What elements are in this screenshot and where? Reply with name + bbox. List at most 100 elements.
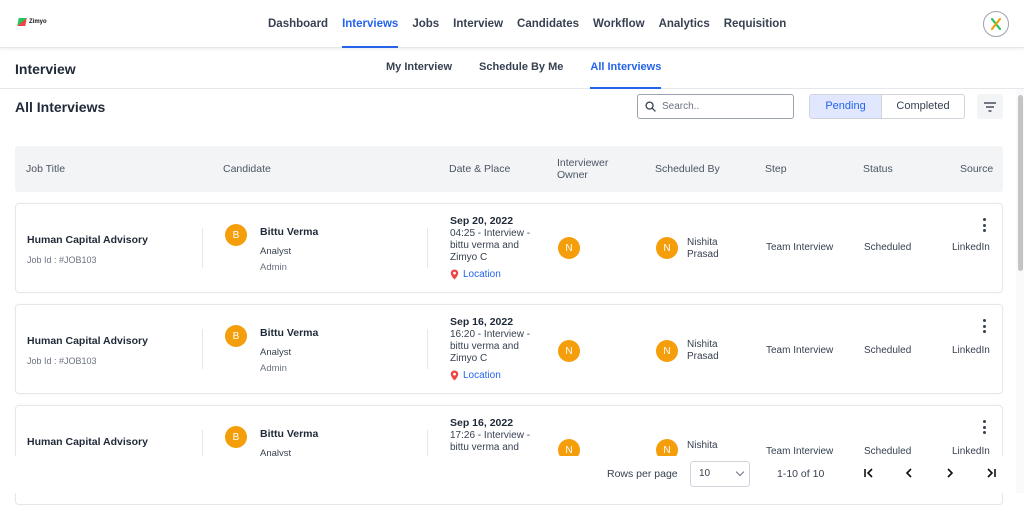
interview-detail: 04:25 - Interview - bittu verma and Zimy… (450, 228, 531, 263)
chevron-right-icon (947, 468, 954, 478)
last-page-icon (987, 468, 996, 478)
last-page-button[interactable] (984, 465, 998, 481)
nav-jobs[interactable]: Jobs (405, 0, 446, 48)
candidate-name[interactable]: Bittu Verma (260, 226, 318, 238)
page-title: Interview (15, 61, 76, 77)
next-page-button[interactable] (943, 465, 957, 481)
candidate-avatar: B (225, 426, 247, 448)
row-menu-icon[interactable] (982, 420, 986, 434)
interviewer-avatar: N (558, 340, 580, 362)
interview-detail: 16:20 - Interview - bittu verma and Zimy… (450, 329, 531, 364)
chevron-down-icon (735, 467, 745, 477)
main-nav: Dashboard Interviews Jobs Interview Cand… (268, 0, 793, 48)
brand-logo[interactable]: Zimyo (17, 18, 47, 26)
search-box (637, 94, 794, 119)
user-avatar[interactable] (983, 11, 1009, 37)
pending-button[interactable]: Pending (810, 95, 882, 118)
candidate-name[interactable]: Bittu Verma (260, 428, 318, 440)
user-avatar-icon (990, 17, 1002, 31)
header-date-place: Date & Place (449, 163, 511, 175)
vertical-scrollbar[interactable] (1016, 89, 1024, 493)
nav-candidates[interactable]: Candidates (510, 0, 586, 48)
interviewer-avatar: N (558, 237, 580, 259)
scrollbar-thumb[interactable] (1018, 95, 1023, 271)
step-value: Team Interview (766, 242, 834, 253)
filter-icon (984, 101, 996, 112)
tab-schedule-by-me[interactable]: Schedule By Me (479, 48, 563, 88)
location-pin-icon (450, 370, 459, 381)
first-page-button[interactable] (862, 465, 876, 481)
location-link[interactable]: Location (450, 269, 501, 280)
candidate-role: Analyst (260, 347, 292, 358)
rows-per-page-select[interactable]: 10 (690, 461, 750, 487)
filter-button[interactable] (977, 94, 1003, 119)
search-input[interactable] (662, 101, 782, 112)
nav-analytics[interactable]: Analytics (652, 0, 717, 48)
scheduler-avatar: N (656, 237, 678, 259)
header-job-title: Job Title (26, 163, 66, 175)
candidate-department: Admin (260, 363, 287, 374)
candidate-avatar: B (225, 325, 247, 347)
first-page-icon (864, 468, 873, 478)
section-title: All Interviews (15, 99, 106, 115)
row-menu-icon[interactable] (982, 319, 986, 333)
candidate-role: Analyst (260, 246, 292, 257)
source-value: LinkedIn (952, 242, 990, 253)
status-value: Scheduled (864, 242, 912, 253)
scheduler-name: Nishita Prasad (687, 237, 719, 260)
candidate-avatar: B (225, 224, 247, 246)
status-toggle: Pending Completed (809, 94, 965, 119)
location-pin-icon (450, 269, 459, 280)
sub-header: Interview My Interview Schedule By Me Al… (0, 48, 1024, 89)
interview-tabs: My Interview Schedule By Me All Intervie… (386, 48, 688, 89)
candidate-department: Admin (260, 262, 287, 273)
nav-interviews[interactable]: Interviews (335, 0, 405, 48)
header-status: Status (863, 163, 893, 175)
header-candidate: Candidate (223, 163, 271, 175)
pagination-bar: Rows per page 10 1-10 of 10 (0, 456, 1016, 493)
logo-mark-icon (17, 18, 27, 26)
nav-interview[interactable]: Interview (446, 0, 510, 48)
interview-detail: 17:26 - Interview - bittu verma and (450, 430, 531, 453)
tab-my-interview[interactable]: My Interview (386, 48, 452, 88)
scheduler-avatar: N (656, 340, 678, 362)
status-value: Scheduled (864, 345, 912, 356)
top-navbar: Zimyo Dashboard Interviews Jobs Intervie… (0, 0, 1024, 48)
nav-workflow[interactable]: Workflow (586, 0, 652, 48)
scheduler-name: Nishita (687, 440, 718, 451)
column-divider (427, 228, 428, 268)
step-value: Team Interview (766, 345, 834, 356)
nav-dashboard[interactable]: Dashboard (268, 0, 335, 48)
completed-button[interactable]: Completed (882, 95, 964, 118)
rows-per-page-label: Rows per page (607, 468, 678, 480)
search-icon (645, 101, 656, 112)
job-id: Job Id : #JOB103 (27, 356, 97, 366)
job-title: Human Capital Advisory (27, 335, 148, 347)
brand-name: Zimyo (29, 19, 47, 25)
table-row[interactable]: Human Capital Advisory Job Id : #JOB103 … (15, 203, 1003, 293)
interview-date: Sep 16, 2022 (450, 316, 514, 328)
column-divider (202, 329, 203, 369)
candidate-name[interactable]: Bittu Verma (260, 327, 318, 339)
location-label: Location (463, 269, 501, 280)
row-menu-icon[interactable] (982, 218, 986, 232)
column-divider (427, 329, 428, 369)
location-label: Location (463, 370, 501, 381)
nav-requisition[interactable]: Requisition (717, 0, 794, 48)
header-source: Source (960, 163, 994, 175)
table-header: Job Title Candidate Date & Place Intervi… (15, 146, 1003, 192)
interview-date: Sep 20, 2022 (450, 215, 514, 227)
table-row[interactable]: Human Capital Advisory Job Id : #JOB103 … (15, 304, 1003, 394)
header-step: Step (765, 163, 787, 175)
tab-all-interviews[interactable]: All Interviews (590, 48, 661, 89)
chevron-left-icon (905, 468, 912, 478)
rows-per-page-value: 10 (699, 468, 711, 479)
source-value: LinkedIn (952, 345, 990, 356)
prev-page-button[interactable] (902, 465, 916, 481)
interview-date: Sep 16, 2022 (450, 417, 514, 429)
location-link[interactable]: Location (450, 370, 501, 381)
header-scheduled-by: Scheduled By (655, 163, 720, 175)
job-title: Human Capital Advisory (27, 234, 148, 246)
scheduler-name: Nishita Prasad (687, 339, 719, 362)
column-divider (202, 228, 203, 268)
